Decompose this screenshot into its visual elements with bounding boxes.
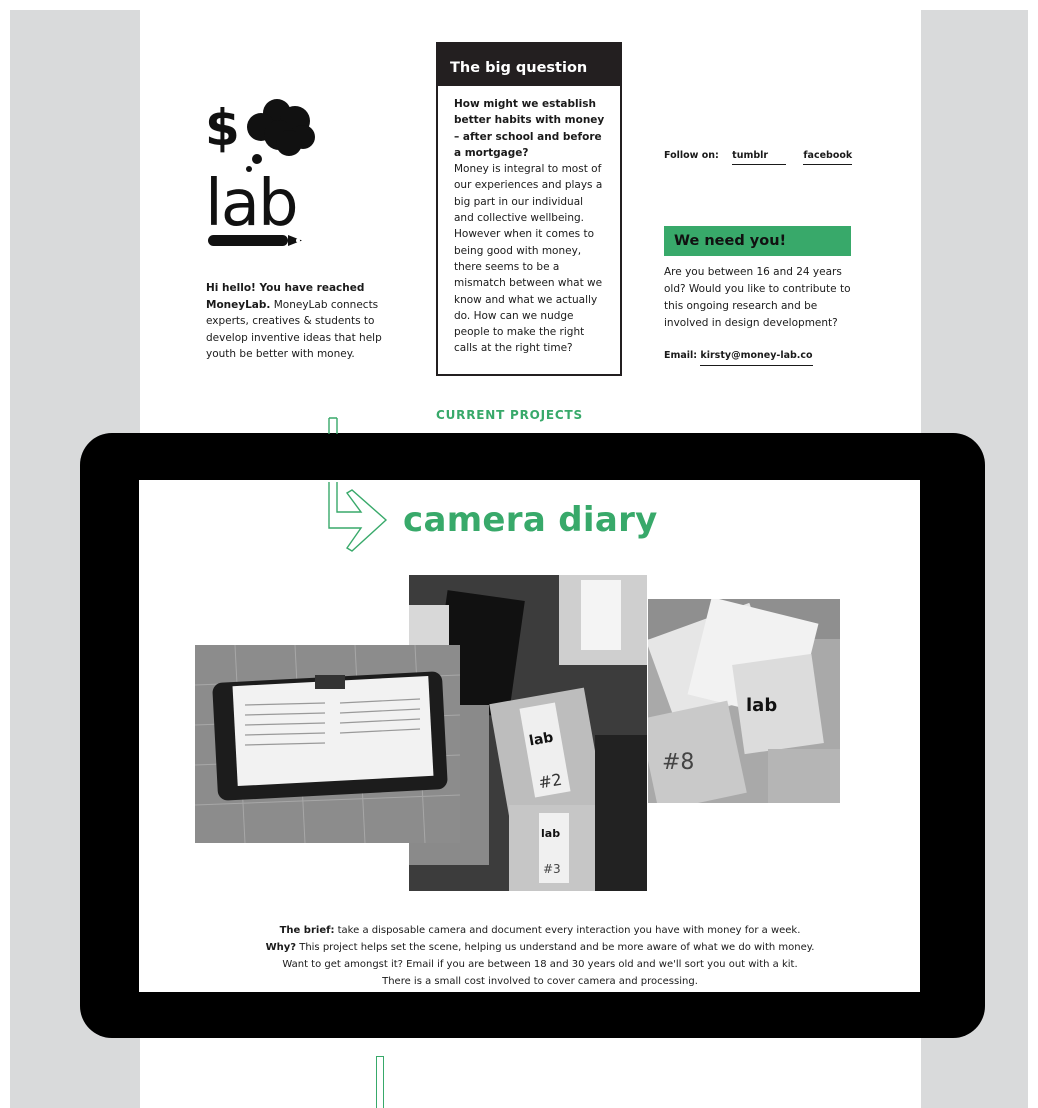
- photo-cards: lab #8: [648, 599, 840, 803]
- project-brief: The brief: take a disposable camera and …: [230, 922, 850, 990]
- project-title: camera diary: [403, 500, 658, 540]
- photo-camera: [195, 645, 460, 843]
- bottom-connector-line: [376, 1056, 384, 1108]
- photo-tag-label: #2: [537, 770, 564, 793]
- photo-tag-label-2: #3: [543, 862, 561, 876]
- photo-lab-label-3: lab: [746, 695, 777, 716]
- brief-text: take a disposable camera and document ev…: [334, 925, 801, 936]
- why-label: Why?: [265, 942, 297, 953]
- why-text: This project helps set the scene, helpin…: [296, 942, 815, 953]
- brief-cost-text: There is a small cost involved to cover …: [382, 976, 698, 987]
- photo-lab-label-2: lab: [541, 827, 560, 840]
- brief-label: The brief:: [279, 925, 335, 936]
- brief-signup-text: Want to get amongst it? Email if you are…: [282, 959, 798, 970]
- photo-tag-label-3: #8: [662, 750, 694, 775]
